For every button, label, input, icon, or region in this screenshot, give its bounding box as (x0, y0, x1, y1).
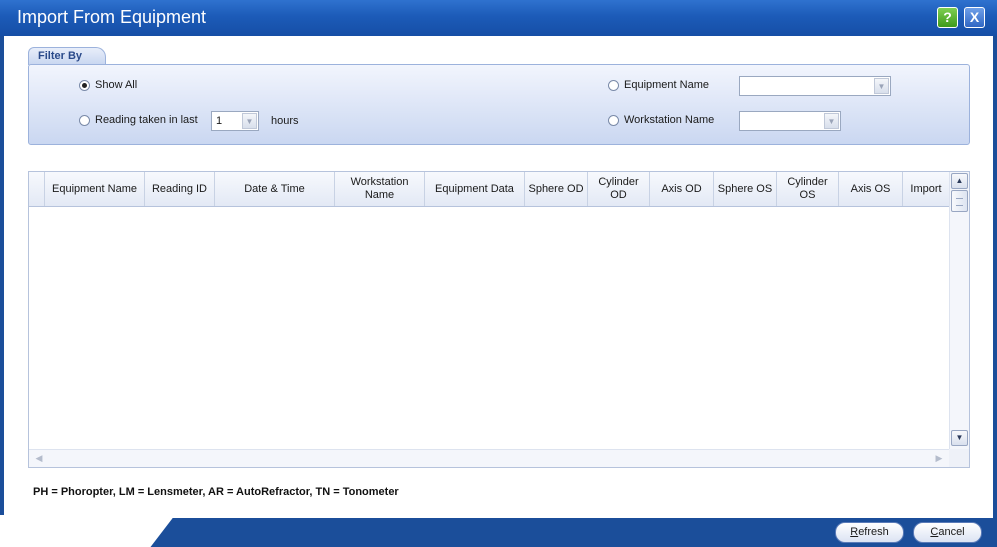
equipment-legend: PH = Phoropter, LM = Lensmeter, AR = Aut… (33, 486, 399, 498)
column-header[interactable]: Equipment Name (45, 172, 145, 206)
reading-taken-label[interactable]: Reading taken in last (95, 114, 198, 126)
workstation-name-label[interactable]: Workstation Name (624, 114, 714, 126)
scroll-right-icon[interactable]: ▶ (931, 451, 947, 466)
refresh-label: efresh (858, 526, 889, 538)
show-all-label[interactable]: Show All (95, 79, 137, 91)
cancel-label: ancel (938, 526, 965, 538)
cancel-button[interactable]: Cancel (913, 522, 982, 543)
column-header[interactable]: Date & Time (215, 172, 335, 206)
hours-select[interactable]: 1 ▼ (211, 111, 259, 131)
refresh-button[interactable]: Refresh (835, 522, 904, 543)
column-header[interactable]: Workstation Name (335, 172, 425, 206)
chevron-down-icon[interactable]: ▼ (242, 113, 257, 129)
readings-grid[interactable]: Equipment Name Reading ID Date & Time Wo… (28, 171, 970, 468)
scroll-left-icon[interactable]: ◀ (31, 451, 47, 466)
reading-taken-radio[interactable] (79, 115, 90, 126)
column-header[interactable]: Reading ID (145, 172, 215, 206)
chevron-down-icon[interactable]: ▼ (824, 113, 839, 129)
column-header[interactable]: Axis OD (650, 172, 714, 206)
filter-panel: Show All Reading taken in last 1 ▼ hours… (28, 64, 970, 145)
close-button[interactable]: X (964, 7, 985, 28)
chevron-down-icon[interactable]: ▼ (874, 78, 889, 94)
import-dialog: Import From Equipment ? X Filter By Show… (0, 0, 997, 547)
column-header[interactable]: Sphere OS (714, 172, 777, 206)
title-bar[interactable]: Import From Equipment ? X (0, 0, 997, 36)
hours-value: 1 (216, 115, 223, 127)
column-header[interactable]: Sphere OD (525, 172, 588, 206)
equipment-name-select[interactable]: ▼ (739, 76, 891, 96)
filter-group-label: Filter By (28, 47, 106, 65)
scroll-up-icon[interactable]: ▲ (951, 173, 968, 189)
row-selector-header (29, 172, 45, 206)
column-header[interactable]: Equipment Data (425, 172, 525, 206)
hours-label: hours (271, 115, 299, 127)
scroll-down-icon[interactable]: ▼ (951, 430, 968, 446)
column-header[interactable]: Axis OS (839, 172, 903, 206)
workstation-name-radio[interactable] (608, 115, 619, 126)
grid-header: Equipment Name Reading ID Date & Time Wo… (29, 172, 949, 207)
vertical-scrollbar[interactable]: ▲ ▼ (949, 172, 969, 449)
column-header[interactable]: Cylinder OS (777, 172, 839, 206)
scroll-thumb[interactable] (951, 190, 968, 212)
equipment-name-label[interactable]: Equipment Name (624, 79, 709, 91)
workstation-name-select[interactable]: ▼ (739, 111, 841, 131)
scrollbar-corner (949, 449, 969, 467)
column-header[interactable]: Cylinder OD (588, 172, 650, 206)
help-button[interactable]: ? (937, 7, 958, 28)
column-header[interactable]: Import (903, 172, 949, 206)
horizontal-scrollbar[interactable]: ◀ ▶ (29, 449, 949, 467)
refresh-mnemonic: R (850, 526, 859, 538)
show-all-radio[interactable] (79, 80, 90, 91)
window-title: Import From Equipment (17, 7, 207, 27)
equipment-name-radio[interactable] (608, 80, 619, 91)
bottom-decoration (0, 515, 175, 547)
